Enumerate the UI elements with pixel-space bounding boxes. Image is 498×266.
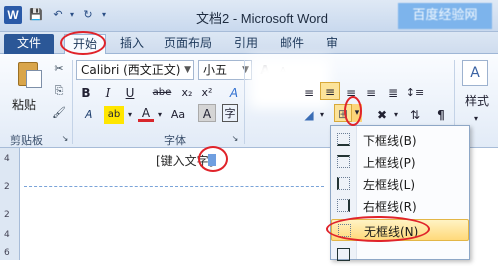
annotation-circle — [198, 146, 228, 172]
header-separator-line — [24, 186, 324, 187]
tab-insert[interactable]: 插入 — [112, 34, 152, 54]
text-effects-icon[interactable]: A — [226, 84, 242, 102]
strikethrough-button[interactable]: abe — [150, 84, 174, 102]
annotation-circle — [60, 31, 106, 55]
font-color-icon[interactable]: A — [138, 104, 154, 122]
styles-label[interactable]: 样式 — [460, 92, 494, 110]
word-app-icon[interactable]: W — [4, 6, 22, 24]
format-painter-icon[interactable]: 🖌 — [52, 106, 66, 120]
quick-access-dropdown-icon[interactable]: ▾ — [96, 7, 112, 23]
distributed-align-icon[interactable]: ≣ — [384, 84, 402, 102]
tab-mailings[interactable]: 邮件 — [272, 34, 312, 54]
menu-item-left-border[interactable]: 左框线(L) — [331, 173, 469, 195]
font-group-label: 字体 — [164, 134, 186, 147]
group-separator — [72, 60, 73, 144]
blurred-area — [250, 58, 330, 108]
paste-sheet-icon — [26, 70, 42, 88]
save-icon[interactable]: 💾 — [28, 7, 44, 23]
change-case-icon[interactable]: Aa — [170, 106, 186, 124]
highlight-color-icon[interactable]: ab — [104, 106, 124, 124]
font-name-value: Calibri (西文正文) — [81, 63, 181, 77]
menu-item-top-border[interactable]: 上框线(P) — [331, 151, 469, 173]
italic-button[interactable]: I — [100, 84, 116, 102]
top-border-icon — [337, 155, 350, 168]
character-shading-icon[interactable]: A — [198, 104, 216, 122]
chevron-down-icon[interactable]: ▾ — [156, 106, 164, 124]
watermark-logo: 百度经验网 — [398, 3, 492, 29]
right-border-icon — [337, 199, 350, 212]
title-bar: W 💾 ↶ ▾ ↻ ▾ 文档2 - Microsoft Word 百度经验网 — [0, 0, 498, 32]
tab-page-layout[interactable]: 页面布局 — [156, 34, 220, 54]
chevron-down-icon[interactable]: ▾ — [392, 106, 400, 124]
cut-icon[interactable]: ✂ — [52, 62, 66, 76]
annotation-circle — [344, 96, 362, 126]
menu-item-label: 下框线(B) — [363, 134, 417, 148]
font-size-value: 小五 — [203, 63, 228, 77]
shading-icon[interactable]: ◢ — [300, 106, 318, 124]
undo-dropdown-icon[interactable]: ▾ — [64, 7, 80, 23]
menu-item-bottom-border[interactable]: 下框线(B) — [331, 129, 469, 151]
annotation-circle — [326, 216, 430, 242]
justify-icon[interactable]: ≡ — [362, 84, 380, 102]
clipboard-group-label: 剪贴板 — [10, 134, 43, 147]
menu-item-label: 右框线(R) — [363, 200, 417, 214]
group-separator — [244, 60, 245, 144]
subscript-button[interactable]: x₂ — [178, 84, 196, 102]
left-border-icon — [337, 177, 350, 190]
chevron-down-icon[interactable]: ▾ — [470, 110, 482, 128]
bottom-border-icon — [337, 133, 350, 146]
ruler-mark: 4 — [4, 154, 10, 164]
window-title: 文档2 - Microsoft Word — [196, 11, 328, 26]
ruler-mark: 2 — [4, 210, 10, 220]
menu-item-label: 左框线(L) — [363, 178, 416, 192]
chevron-down-icon[interactable]: ▾ — [318, 106, 326, 124]
ruler-mark: 4 — [4, 230, 10, 240]
menu-item-right-border[interactable]: 右框线(R) — [331, 195, 469, 217]
clipboard-launcher-icon[interactable]: ↘ — [58, 132, 72, 146]
redo-icon[interactable]: ↻ — [80, 7, 96, 23]
align-left-icon[interactable]: ≡ — [300, 84, 318, 102]
menu-item-label: 上框线(P) — [363, 156, 416, 170]
line-spacing-icon[interactable]: ↕≡ — [404, 84, 426, 102]
font-launcher-icon[interactable]: ↘ — [228, 132, 242, 146]
superscript-button[interactable]: x² — [198, 84, 216, 102]
copy-icon[interactable]: ⎘ — [52, 84, 66, 98]
font-name-combo[interactable]: Calibri (西文正文) ▼ — [76, 60, 194, 80]
sort-icon[interactable]: ⇅ — [406, 106, 424, 124]
styles-gallery-icon[interactable]: A — [462, 60, 488, 86]
show-marks-icon[interactable]: ¶ — [432, 106, 450, 124]
bold-button[interactable]: B — [78, 84, 94, 102]
clear-format-icon[interactable]: 𝐴 — [80, 106, 96, 124]
chinese-layout-icon[interactable]: ✖ — [372, 106, 392, 124]
tab-review[interactable]: 审 — [318, 34, 346, 54]
all-borders-icon — [337, 248, 350, 261]
chevron-down-icon[interactable]: ▾ — [126, 106, 134, 124]
enclose-character-icon[interactable]: 字 — [222, 104, 238, 122]
chevron-down-icon: ▼ — [184, 65, 191, 75]
paste-label: 粘贴 — [12, 98, 37, 112]
tab-file[interactable]: 文件 — [4, 34, 54, 54]
tab-references[interactable]: 引用 — [226, 34, 266, 54]
ruler-mark: 2 — [4, 182, 10, 192]
menu-item-next[interactable] — [331, 244, 469, 266]
ruler-mark: 6 — [4, 248, 10, 258]
align-center-icon[interactable]: ≡ — [320, 82, 340, 100]
underline-button[interactable]: U — [122, 84, 138, 102]
paste-button[interactable]: 粘贴 — [8, 60, 48, 112]
vertical-ruler: 4 2 2 4 6 — [0, 148, 20, 260]
